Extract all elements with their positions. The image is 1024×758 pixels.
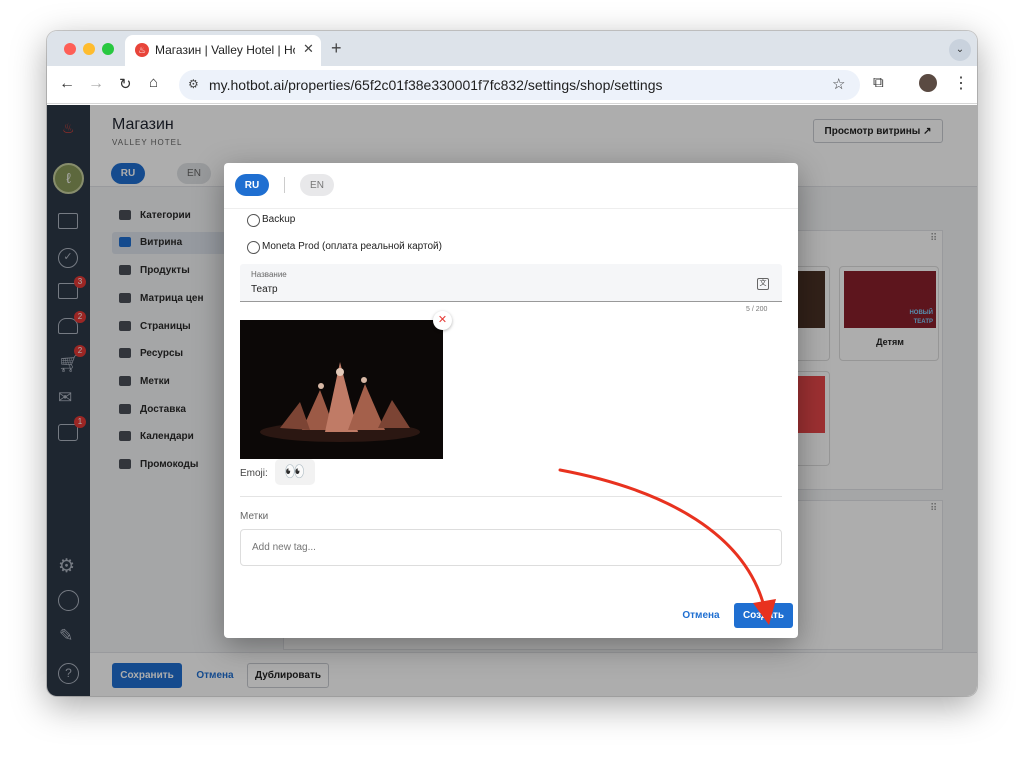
browser-menu-icon[interactable]: ⋮ bbox=[953, 73, 969, 93]
extensions-icon[interactable]: ⧉ bbox=[873, 74, 884, 91]
close-window-button[interactable] bbox=[64, 43, 76, 55]
tab-close-icon[interactable]: ✕ bbox=[303, 41, 314, 57]
hotbot-favicon-icon: ♨ bbox=[135, 43, 149, 57]
browser-tab[interactable]: ♨ Магазин | Valley Hotel | Hotb ✕ bbox=[125, 35, 321, 66]
new-tab-icon[interactable]: + bbox=[331, 38, 342, 59]
site-settings-icon[interactable]: ⚙ bbox=[188, 77, 199, 91]
zoom-window-button[interactable] bbox=[102, 43, 114, 55]
browser-window: ♨ Магазин | Valley Hotel | Hotb ✕ + ⌄ ← … bbox=[47, 31, 977, 696]
bookmark-star-icon[interactable]: ☆ bbox=[832, 75, 845, 93]
reload-icon[interactable]: ↻ bbox=[119, 75, 132, 93]
forward-icon[interactable]: → bbox=[88, 75, 104, 93]
minimize-window-button[interactable] bbox=[83, 43, 95, 55]
back-icon[interactable]: ← bbox=[59, 75, 75, 93]
annotation-arrow bbox=[558, 468, 776, 625]
tab-title: Магазин | Valley Hotel | Hotb bbox=[155, 43, 295, 57]
profile-avatar[interactable] bbox=[919, 74, 937, 92]
home-icon[interactable]: ⌂ bbox=[149, 74, 158, 91]
url-text: my.hotbot.ai/properties/65f2c01f38e33000… bbox=[209, 77, 663, 93]
tab-bar: ♨ Магазин | Valley Hotel | Hotb ✕ + ⌄ bbox=[47, 31, 977, 66]
app-content: ♨ ℓ ✓ 3 2 🛒︎ 2 ✉ 1 ⚙ ✎ ? Магазин VALLEY … bbox=[47, 105, 977, 696]
address-bar[interactable]: ⚙ my.hotbot.ai/properties/65f2c01f38e330… bbox=[179, 70, 860, 100]
browser-toolbar: ← → ↻ ⌂ ⚙ my.hotbot.ai/properties/65f2c0… bbox=[47, 66, 977, 104]
tab-search-icon[interactable]: ⌄ bbox=[949, 39, 971, 61]
